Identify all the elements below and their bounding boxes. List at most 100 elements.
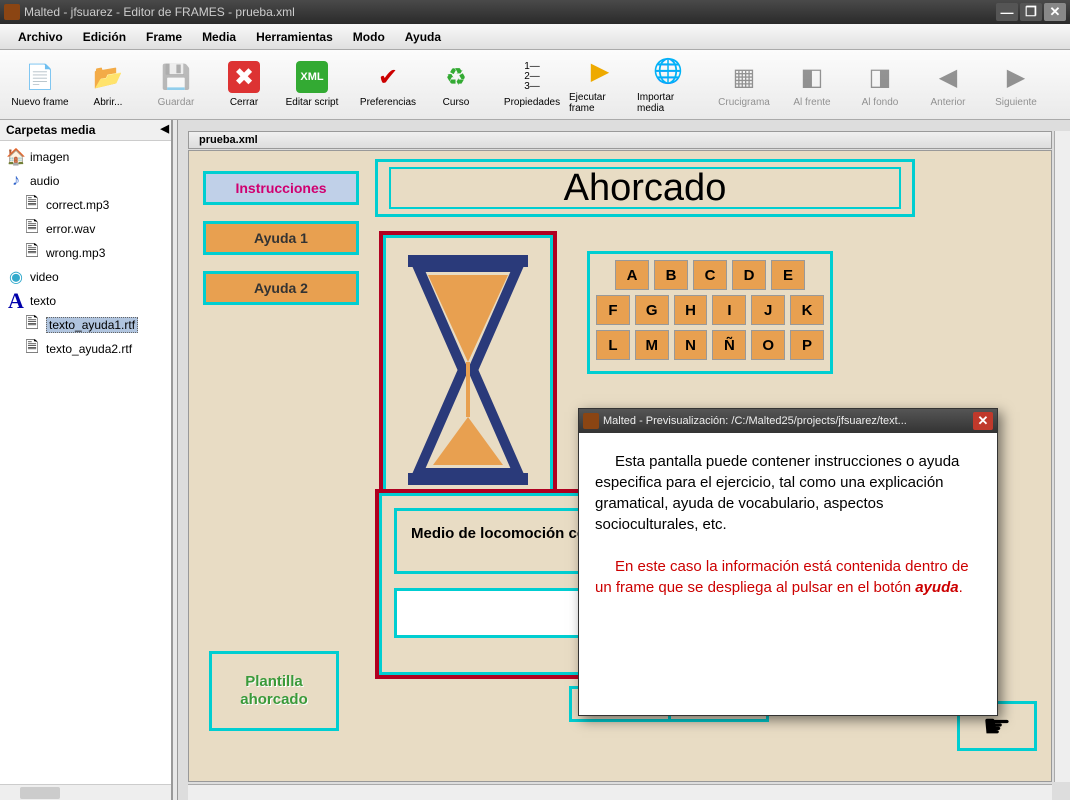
nuevo-frame-button[interactable]: 📄Nuevo frame xyxy=(8,55,72,115)
toolbar: 📄Nuevo frame 📂Abrir... 💾Guardar ✖Cerrar … xyxy=(0,50,1070,120)
dialog-close-button[interactable]: ✕ xyxy=(973,412,993,430)
anterior-button: ◀Anterior xyxy=(916,55,980,115)
letter-cell[interactable]: K xyxy=(790,295,824,325)
window-titlebar: Malted - jfsuarez - Editor de FRAMES - p… xyxy=(0,0,1070,24)
letter-cell[interactable]: A xyxy=(615,260,649,290)
letter-cell[interactable]: N xyxy=(674,330,708,360)
letter-cell[interactable]: D xyxy=(732,260,766,290)
sidebar-hscrollbar[interactable] xyxy=(0,784,171,800)
letter-cell[interactable]: G xyxy=(635,295,669,325)
tree-audio-file[interactable]: 🗎error.wav xyxy=(2,217,169,241)
play-icon: ▶ xyxy=(584,56,616,88)
hourglass-panel[interactable] xyxy=(379,231,557,509)
letter-cell[interactable]: J xyxy=(751,295,785,325)
close-button[interactable]: ✕ xyxy=(1044,3,1066,21)
curso-button[interactable]: ♻Curso xyxy=(424,55,488,115)
letter-cell[interactable]: O xyxy=(751,330,785,360)
ejecutar-frame-button[interactable]: ▶Ejecutar frame xyxy=(568,55,632,115)
cerrar-button[interactable]: ✖Cerrar xyxy=(212,55,276,115)
tree-texto-file[interactable]: 🗎texto_ayuda1.rtf xyxy=(2,313,169,337)
disc-icon: ◉ xyxy=(6,267,26,287)
siguiente-button: ▶Siguiente xyxy=(984,55,1048,115)
letter-a-icon: A xyxy=(6,291,26,311)
crucigrama-button: ▦Crucigrama xyxy=(712,55,776,115)
guardar-button: 💾Guardar xyxy=(144,55,208,115)
menu-herramientas[interactable]: Herramientas xyxy=(246,26,343,48)
ayuda2-button[interactable]: Ayuda 2 xyxy=(203,271,359,305)
minimize-button[interactable]: — xyxy=(996,3,1018,21)
letter-cell[interactable]: P xyxy=(790,330,824,360)
list-icon: 1—2—3— xyxy=(516,61,548,93)
menu-edicion[interactable]: Edición xyxy=(73,26,136,48)
menu-frame[interactable]: Frame xyxy=(136,26,192,48)
back-icon: ◨ xyxy=(864,61,896,93)
music-note-icon: ♪ xyxy=(6,171,26,191)
grid-icon: ▦ xyxy=(728,61,760,93)
tree-imagen[interactable]: 🏠imagen xyxy=(2,145,169,169)
app-icon xyxy=(4,4,20,20)
dialog-titlebar[interactable]: Malted - Previsualización: /C:/Malted25/… xyxy=(579,409,997,433)
recycle-icon: ♻ xyxy=(440,61,472,93)
open-folder-icon: 📂 xyxy=(92,61,124,93)
importar-media-button[interactable]: 🌐Importar media xyxy=(636,55,700,115)
xml-icon: XML xyxy=(296,61,328,93)
maximize-button[interactable]: ❐ xyxy=(1020,3,1042,21)
letter-cell[interactable]: C xyxy=(693,260,727,290)
dialog-app-icon xyxy=(583,413,599,429)
menu-media[interactable]: Media xyxy=(192,26,246,48)
menu-modo[interactable]: Modo xyxy=(343,26,395,48)
tree-audio[interactable]: ♪audio xyxy=(2,169,169,193)
save-icon: 💾 xyxy=(160,61,192,93)
file-icon: 🗎 xyxy=(22,339,42,359)
letter-cell[interactable]: I xyxy=(712,295,746,325)
plantilla-panel[interactable]: Plantillaahorcado xyxy=(209,651,339,731)
hourglass-icon xyxy=(408,255,528,485)
house-icon: 🏠 xyxy=(6,147,26,167)
title-panel[interactable]: Ahorcado xyxy=(375,159,915,217)
close-x-icon: ✖ xyxy=(228,61,260,93)
alphabet-panel[interactable]: A B C D E F G H I J K L M N xyxy=(587,251,833,374)
letter-cell[interactable]: B xyxy=(654,260,688,290)
dialog-content: Esta pantalla puede contener instruccion… xyxy=(579,433,997,616)
front-icon: ◧ xyxy=(796,61,828,93)
file-icon: 🗎 xyxy=(22,195,42,215)
file-icon: 🗎 xyxy=(22,219,42,239)
tree-audio-file[interactable]: 🗎wrong.mp3 xyxy=(2,241,169,265)
letter-cell[interactable]: H xyxy=(674,295,708,325)
game-title: Ahorcado xyxy=(564,167,727,210)
window-title: Malted - jfsuarez - Editor de FRAMES - p… xyxy=(24,5,996,19)
ayuda1-button[interactable]: Ayuda 1 xyxy=(203,221,359,255)
import-icon: 🌐 xyxy=(652,56,684,88)
media-sidebar: Carpetas media ◀ 🏠imagen ♪audio 🗎correct… xyxy=(0,120,172,800)
dialog-para1: Esta pantalla puede contener instruccion… xyxy=(595,451,981,535)
menu-ayuda[interactable]: Ayuda xyxy=(395,26,451,48)
abrir-button[interactable]: 📂Abrir... xyxy=(76,55,140,115)
canvas-hscrollbar[interactable] xyxy=(188,784,1052,800)
prev-arrow-icon: ◀ xyxy=(932,61,964,93)
dialog-title: Malted - Previsualización: /C:/Malted25/… xyxy=(603,415,973,427)
sidebar-header: Carpetas media ◀ xyxy=(0,120,171,141)
letter-cell[interactable]: F xyxy=(596,295,630,325)
file-icon: 🗎 xyxy=(22,315,42,335)
canvas-vscrollbar[interactable] xyxy=(1054,131,1070,782)
menubar: Archivo Edición Frame Media Herramientas… xyxy=(0,24,1070,50)
next-arrow-icon: ▶ xyxy=(1000,61,1032,93)
menu-archivo[interactable]: Archivo xyxy=(8,26,73,48)
editar-script-button[interactable]: XMLEditar script xyxy=(280,55,344,115)
sidebar-collapse-icon[interactable]: ◀ xyxy=(161,122,169,135)
preferencias-button[interactable]: ✔Preferencias xyxy=(356,55,420,115)
new-file-icon: 📄 xyxy=(24,61,56,93)
tree-texto-file[interactable]: 🗎texto_ayuda2.rtf xyxy=(2,337,169,361)
letter-cell[interactable]: Ñ xyxy=(712,330,746,360)
tree-video[interactable]: ◉video xyxy=(2,265,169,289)
letter-cell[interactable]: M xyxy=(635,330,669,360)
letter-cell[interactable]: E xyxy=(771,260,805,290)
canvas-tab[interactable]: prueba.xml xyxy=(188,131,1052,149)
propiedades-button[interactable]: 1—2—3—Propiedades xyxy=(500,55,564,115)
check-icon: ✔ xyxy=(372,61,404,93)
instrucciones-button[interactable]: Instrucciones xyxy=(203,171,359,205)
tree-texto[interactable]: Atexto xyxy=(2,289,169,313)
letter-cell[interactable]: L xyxy=(596,330,630,360)
tree-audio-file[interactable]: 🗎correct.mp3 xyxy=(2,193,169,217)
dialog-para2: En este caso la información está conteni… xyxy=(595,556,981,598)
